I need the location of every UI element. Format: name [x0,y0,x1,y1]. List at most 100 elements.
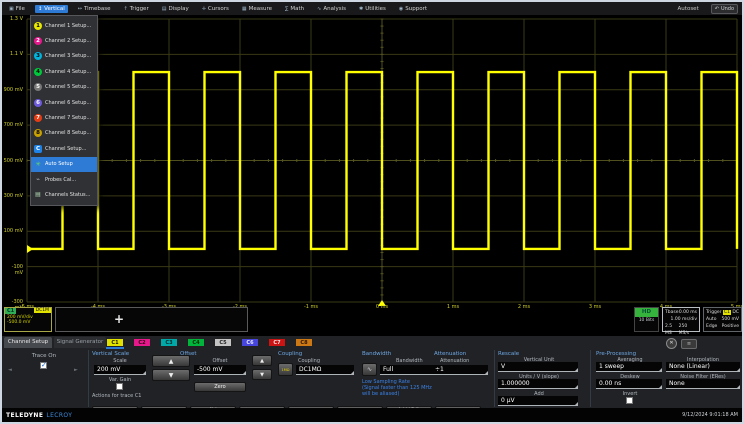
trace-on-checkbox[interactable] [40,362,47,369]
v-axis-label: 100 mV [3,228,23,234]
c1-zero-level-marker[interactable] [27,245,33,253]
deskew-field[interactable]: 0.00 ns [596,379,662,389]
t-axis-label: 1 ms [442,304,464,310]
coupling-header: Coupling [278,351,302,357]
menu-measure-label: Measure [249,6,272,12]
menu-trigger[interactable]: ↑Trigger [121,5,152,13]
channel-chip-c1[interactable]: C1 [106,338,124,347]
invert-checkbox[interactable] [626,397,633,404]
vertical-menu-dropdown: 1Channel 1 Setup...2Channel 2 Setup...3C… [30,15,98,206]
attenuation-label: Attenuation [440,358,469,364]
menu-file[interactable]: ▣File [6,5,28,13]
channel-3-icon: 3 [34,52,42,60]
next-trace-arrow[interactable]: ► [74,367,78,373]
menu-vertical[interactable]: ↕Vertical [35,5,68,13]
menu-item-channel-3-setup[interactable]: 3Channel 3 Setup... [31,49,97,64]
offset-header: Offset [180,351,197,357]
averaging-field[interactable]: 1 sweep [596,362,662,372]
add-field[interactable]: 0 μV [498,396,578,406]
tab-channel-setup[interactable]: Channel Setup [4,337,52,348]
tbase-rate: 250 MS/s [679,323,697,337]
channel-chip-c3[interactable]: C3 [160,338,178,347]
slope-field[interactable]: 1.000000 [498,379,578,389]
timebase-descriptor-box[interactable]: Tbase 0.00 ms 1.00 ms/div 2.5 MS 250 MS/… [662,307,700,332]
offset-label: Offset [194,358,246,364]
bandwidth-header: Bandwidth [362,351,391,357]
offset-down-button[interactable]: ▼ [252,369,272,380]
menu-math[interactable]: ∑Math [282,5,307,13]
menu-analysis[interactable]: ∿Analysis [314,5,349,13]
offset-field[interactable]: -500 mV [194,365,246,375]
menu-item-channel-8-setup[interactable]: 8Channel 8 Setup... [31,126,97,141]
menu-utilities[interactable]: ✱Utilities [356,5,389,13]
vertical-unit-field[interactable]: V [498,362,578,372]
waveform-display-area[interactable]: 1.3 V1.1 V900 mV700 mV500 mV300 mV100 mV… [2,15,742,337]
undo-autoset-button[interactable]: ↶ Undo [711,4,738,14]
interpolation-field[interactable]: None (Linear) [666,362,740,372]
channel-chip-c7[interactable]: C7 [268,338,286,347]
scale-field[interactable]: 200 mV [94,365,146,375]
close-dialog-button[interactable]: ✕ [666,338,677,349]
menu-display-label: Display [168,6,188,12]
offset-up-button[interactable]: ▲ [252,355,272,366]
trigger-descriptor-box[interactable]: Trigger C1 DC Auto 500 mV Edge Positive [703,307,742,332]
menu-item-label: Channel 4 Setup... [45,69,91,75]
var-gain-checkbox[interactable] [116,383,123,390]
channel-chip-c4[interactable]: C4 [187,338,205,347]
c1-trace-tag: C1 [5,308,16,314]
waveform-grid[interactable] [2,15,742,307]
pin-dialog-button[interactable]: ≡ [681,339,697,349]
channel-chip-c2[interactable]: C2 [133,338,151,347]
trace-on-label: Trace On [16,353,72,359]
scale-label: Scale [94,358,146,364]
bandwidth-field[interactable]: Full [380,365,436,375]
attenuation-field[interactable]: ÷1 [432,365,488,375]
channel-setup-icon: C [34,145,42,153]
menu-bar: ▣File ↕Vertical ↔Timebase ↑Trigger ▤Display ✛… [2,2,742,15]
menu-item-channels-status[interactable]: ▤Channels Status... [31,187,97,202]
coupling-field[interactable]: DC1MΩ [296,365,354,375]
menu-item-channel-5-setup[interactable]: 5Channel 5 Setup... [31,80,97,95]
channel-chip-c6[interactable]: C6 [241,338,259,347]
channel-1-icon: 1 [34,22,42,30]
menu-item-channel-6-setup[interactable]: 6Channel 6 Setup... [31,95,97,110]
menu-item-channel-7-setup[interactable]: 7Channel 7 Setup... [31,110,97,125]
menu-item-label: Channel 6 Setup... [45,100,91,106]
menu-item-channel-1-setup[interactable]: 1Channel 1 Setup... [31,18,97,33]
channel-chip-c5[interactable]: C5 [214,338,232,347]
menu-item-probes-cal[interactable]: ⌁Probes Cal... [31,172,97,187]
menu-support[interactable]: ◉Support [396,5,430,13]
menu-item-channel-4-setup[interactable]: 4Channel 4 Setup... [31,64,97,79]
support-icon: ◉ [399,6,403,12]
menu-item-channel-2-setup[interactable]: 2Channel 2 Setup... [31,33,97,48]
menu-timebase[interactable]: ↔Timebase [75,5,114,13]
v-axis-label: 500 mV [3,158,23,164]
cursor-readout-box[interactable]: + [55,307,248,332]
prev-trace-arrow[interactable]: ◄ [8,367,12,373]
menu-item-label: Channels Status... [45,192,90,198]
noise-filter-field[interactable]: None [666,379,740,389]
menu-item-label: Channel 3 Setup... [45,53,91,59]
t-axis-label: 3 ms [584,304,606,310]
menu-analysis-label: Analysis [323,6,346,12]
menu-item-channel-setup[interactable]: CChannel Setup... [31,141,97,156]
menu-display[interactable]: ▤Display [159,5,192,13]
tab-signal-generator[interactable]: Signal Generator [54,337,106,348]
menu-support-label: Support [405,6,427,12]
menu-measure[interactable]: ▦Measure [239,5,275,13]
c1-descriptor-box[interactable]: C1 DC1M 200 mV/div -500.0 mV [4,307,52,332]
channel-chip-c8[interactable]: C8 [295,338,313,347]
hd-mode-indicator[interactable]: HD 10 Bits [634,307,659,332]
scale-down-button[interactable]: ▼ [152,369,190,381]
menu-item-auto-setup[interactable]: ✳Auto Setup [31,157,97,172]
display-icon: ▤ [162,6,167,12]
v-axis-label: 700 mV [3,122,23,128]
c1-trace[interactable] [27,72,737,249]
menu-trigger-label: Trigger [130,6,149,12]
menu-cursors[interactable]: ✛Cursors [199,5,232,13]
zero-offset-button[interactable]: Zero [194,382,246,392]
vertical-scale-header: Vertical Scale [92,351,129,357]
menu-item-label: Channel 2 Setup... [45,38,91,44]
v-axis-label: 900 mV [3,87,23,93]
menu-item-label: Channel 7 Setup... [45,115,91,121]
